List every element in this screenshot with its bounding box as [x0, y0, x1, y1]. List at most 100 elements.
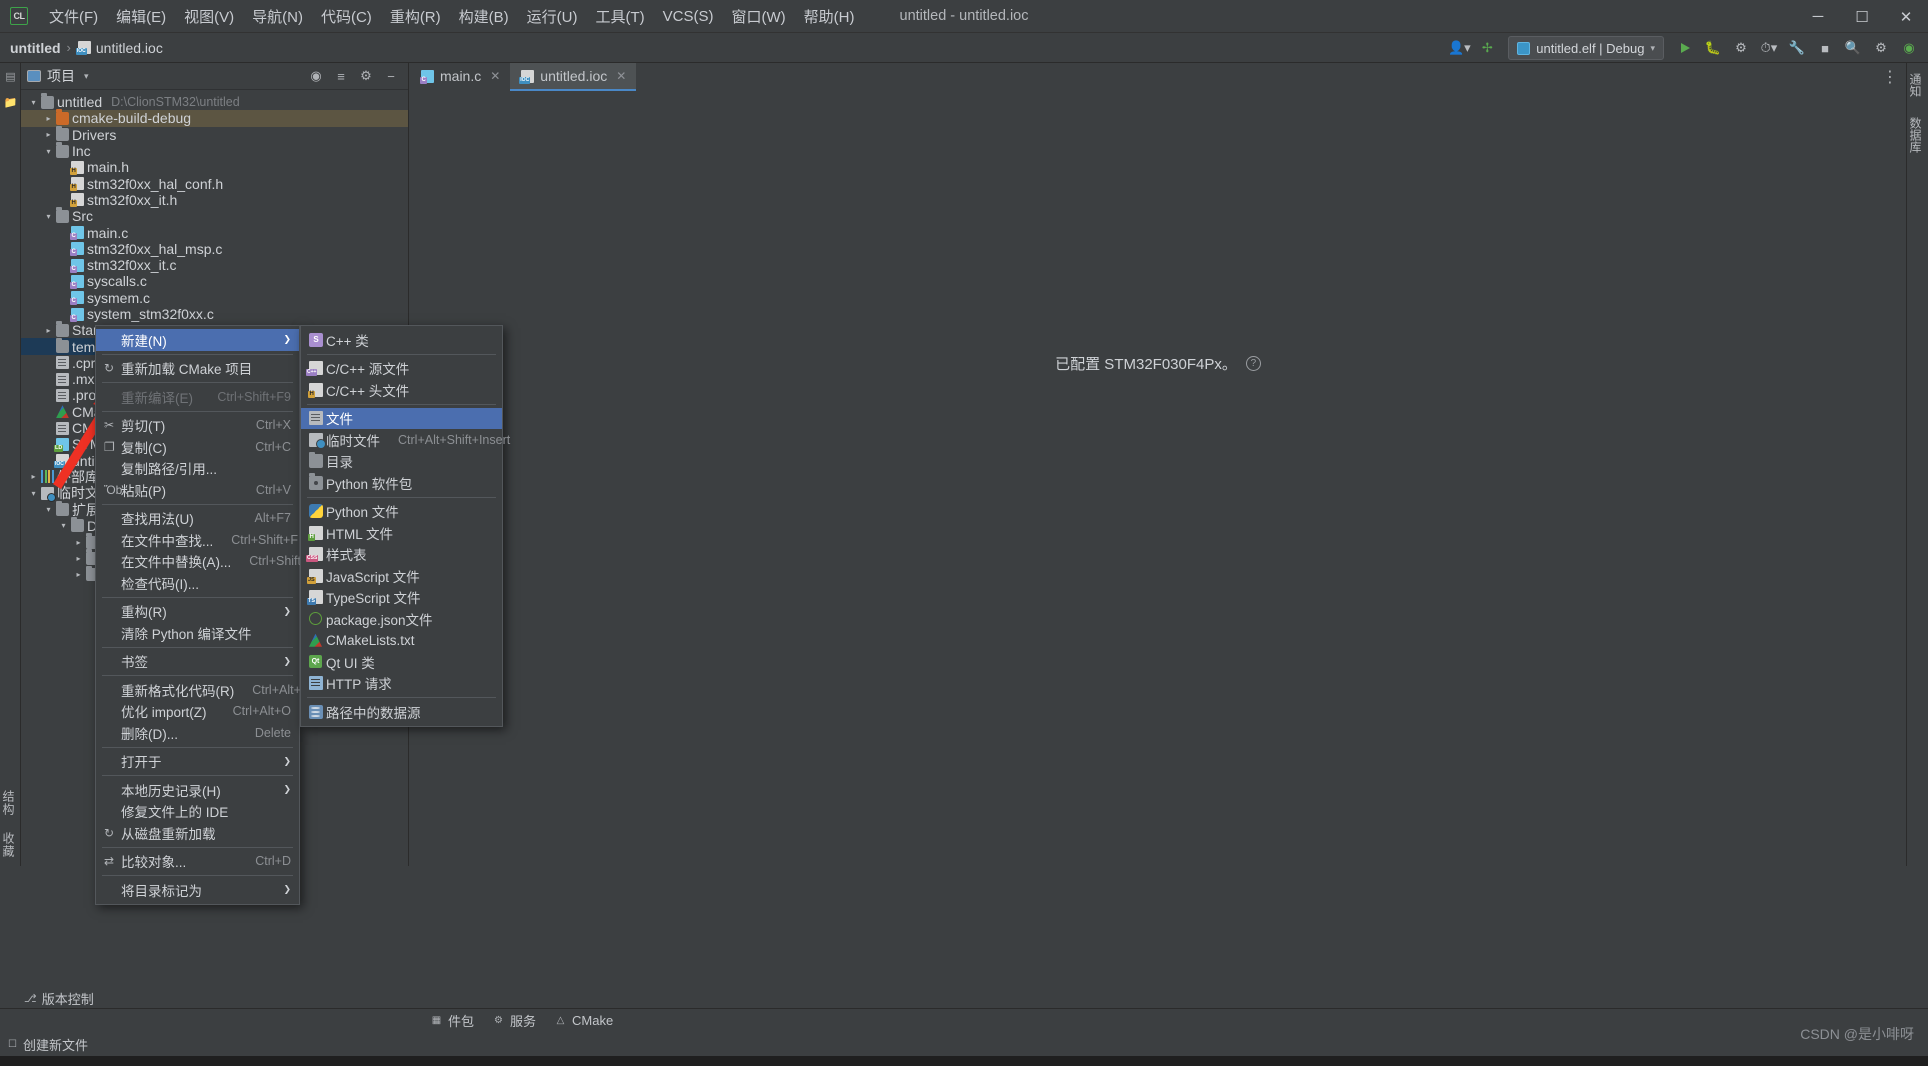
status-bar-item[interactable]: △ CMake	[554, 1013, 614, 1028]
close-tab-icon[interactable]: ✕	[616, 69, 626, 83]
menu-item[interactable]: package.json文件	[301, 608, 502, 630]
tree-row[interactable]: · syscalls.c	[21, 273, 408, 289]
close-tab-icon[interactable]: ✕	[490, 69, 500, 83]
menu-item[interactable]: 删除(D)... Delete	[96, 722, 299, 744]
tree-row[interactable]: ▸ Drivers	[21, 125, 408, 143]
tree-row[interactable]: ▾ untitled D:\ClionSTM32\untitled	[21, 93, 408, 110]
chevron-down-icon[interactable]: ▾	[27, 98, 40, 107]
coverage-icon[interactable]: ⏱▾	[1756, 36, 1782, 60]
chevron-down-icon[interactable]: ▾	[42, 505, 55, 514]
menu-5[interactable]: 重构(R)	[381, 2, 450, 31]
chevron-right-icon[interactable]: ▸	[72, 570, 85, 579]
menu-item[interactable]: HTTP 请求	[301, 673, 502, 695]
panel-settings-icon[interactable]: ⚙	[355, 66, 377, 86]
rail-label-database[interactable]: 数据库	[1907, 107, 1924, 163]
menu-item[interactable]: Python 软件包	[301, 472, 502, 494]
menu-item[interactable]: ↻ 重新加载 CMake 项目	[96, 358, 299, 380]
version-control-status[interactable]: ⎇ 版本控制	[24, 989, 94, 1008]
chevron-down-icon[interactable]: ▾	[57, 521, 70, 530]
menu-item[interactable]: 优化 import(Z) Ctrl+Alt+O	[96, 701, 299, 723]
menu-item[interactable]: 目录	[301, 451, 502, 473]
menu-item[interactable]: ⇄ 比较对象... Ctrl+D	[96, 851, 299, 873]
menu-item[interactable]: 新建(N) ❯	[96, 329, 299, 351]
menu-item[interactable]: C/C++ 源文件	[301, 358, 502, 380]
menu-item[interactable]: 路径中的数据源	[301, 701, 502, 723]
menu-8[interactable]: 工具(T)	[586, 2, 653, 31]
tree-row[interactable]: ▾ Src	[21, 207, 408, 224]
menu-item[interactable]: CMakeLists.txt	[301, 630, 502, 652]
menu-item[interactable]: C/C++ 头文件	[301, 379, 502, 401]
user-account-icon[interactable]: 👤▾	[1446, 36, 1472, 60]
chevron-right-icon[interactable]: ▸	[42, 114, 55, 123]
menu-item[interactable]: ✂ 剪切(T) Ctrl+X	[96, 415, 299, 437]
run-button[interactable]	[1672, 36, 1698, 60]
tree-row[interactable]: · stm32f0xx_it.h	[21, 192, 408, 208]
chevron-right-icon[interactable]: ▸	[72, 538, 85, 547]
minimize-button[interactable]: ─	[1796, 0, 1840, 33]
project-tool-icon[interactable]: ▤	[0, 63, 21, 89]
menu-10[interactable]: 窗口(W)	[722, 2, 794, 31]
build-project-icon[interactable]: 🔧	[1784, 36, 1810, 60]
menu-item[interactable]: 临时文件 Ctrl+Alt+Shift+Insert	[301, 429, 510, 451]
tree-row[interactable]: · stm32f0xx_hal_conf.h	[21, 175, 408, 192]
menu-1[interactable]: 编辑(E)	[107, 2, 175, 31]
menu-item[interactable]: Qt UI 类	[301, 651, 502, 673]
close-button[interactable]: ✕	[1884, 0, 1928, 33]
chevron-right-icon[interactable]: ▸	[42, 326, 55, 335]
tree-row[interactable]: · system_stm32f0xx.c	[21, 306, 408, 322]
menu-item[interactable]: 重新格式化代码(R) Ctrl+Alt+L	[96, 679, 308, 701]
tree-row[interactable]: · stm32f0xx_hal_msp.c	[21, 241, 408, 257]
menu-item[interactable]: 重新编译(E) Ctrl+Shift+F9	[96, 386, 299, 408]
locate-file-icon[interactable]: ◉	[305, 66, 327, 86]
search-icon[interactable]: 🔍	[1840, 36, 1866, 60]
menu-item[interactable]: 在文件中替换(A)... Ctrl+Shift+R	[96, 551, 317, 573]
menu-item[interactable]: JavaScript 文件	[301, 565, 502, 587]
stop-button[interactable]: ■	[1812, 36, 1838, 60]
editor-tab[interactable]: main.c ✕	[410, 63, 510, 91]
chevron-right-icon[interactable]: ▸	[72, 554, 85, 563]
chevron-down-icon[interactable]: ▾	[42, 212, 55, 221]
rail-label-structure[interactable]: 结构	[0, 782, 17, 824]
menu-7[interactable]: 运行(U)	[518, 2, 587, 31]
tree-row[interactable]: · main.c	[21, 224, 408, 241]
menu-item[interactable]: 复制路径/引用...	[96, 458, 299, 480]
menu-4[interactable]: 代码(C)	[312, 2, 381, 31]
menu-item[interactable]: Ὄb 粘贴(P) Ctrl+V	[96, 479, 299, 501]
chevron-down-icon[interactable]: ▾	[27, 489, 40, 498]
menu-item[interactable]: 查找用法(U) Alt+F7	[96, 508, 299, 530]
menu-item[interactable]: 在文件中查找... Ctrl+Shift+F	[96, 529, 299, 551]
menu-item[interactable]: 将目录标记为 ❯	[96, 879, 299, 901]
debug-button[interactable]: 🐛	[1700, 36, 1726, 60]
editor-tab[interactable]: untitled.ioc ✕	[510, 63, 637, 91]
menu-3[interactable]: 导航(N)	[243, 2, 312, 31]
build-hammer-icon[interactable]: ✢	[1474, 36, 1500, 60]
menu-item[interactable]: 书签 ❯	[96, 651, 299, 673]
help-icon[interactable]: ?	[1245, 356, 1261, 371]
menu-item[interactable]: 打开于 ❯	[96, 751, 299, 773]
menu-item[interactable]: 修复文件上的 IDE	[96, 801, 299, 823]
menu-11[interactable]: 帮助(H)	[795, 2, 864, 31]
hide-panel-icon[interactable]: −	[380, 66, 402, 86]
status-bar-item[interactable]: ▦ 件包	[430, 1011, 474, 1030]
tree-row[interactable]: ▸ cmake-build-debug	[21, 109, 408, 127]
run-configuration-selector[interactable]: untitled.elf | Debug ▾	[1508, 36, 1664, 60]
editor-tab-options-icon[interactable]: ⋮	[1882, 63, 1906, 91]
settings-gear-icon[interactable]: ⚙	[1868, 36, 1894, 60]
menu-item[interactable]: 清除 Python 编译文件	[96, 622, 299, 644]
structure-tool-icon[interactable]: 📁	[0, 89, 21, 115]
status-bar-item[interactable]: ⚙ 服务	[492, 1011, 536, 1030]
menu-item[interactable]: HTML 文件	[301, 522, 502, 544]
chevron-right-icon[interactable]: ▸	[27, 472, 40, 481]
menu-item[interactable]: Python 文件	[301, 501, 502, 523]
plugin-update-icon[interactable]: ◉	[1896, 36, 1922, 60]
chevron-down-icon[interactable]: ▾	[84, 71, 89, 82]
chevron-right-icon[interactable]: ▸	[42, 130, 55, 139]
menu-item[interactable]: 检查代码(I)...	[96, 572, 299, 594]
menu-item[interactable]: ↻ 从磁盘重新加载	[96, 822, 299, 844]
menu-item[interactable]: 重构(R) ❯	[96, 601, 299, 623]
menu-0[interactable]: 文件(F)	[40, 2, 107, 31]
collapse-all-icon[interactable]: ≡	[330, 66, 352, 86]
tree-row[interactable]: ▾ Inc	[21, 142, 408, 159]
rail-label-notifications[interactable]: 通知	[1907, 63, 1924, 107]
menu-item[interactable]: C++ 类	[301, 329, 502, 351]
